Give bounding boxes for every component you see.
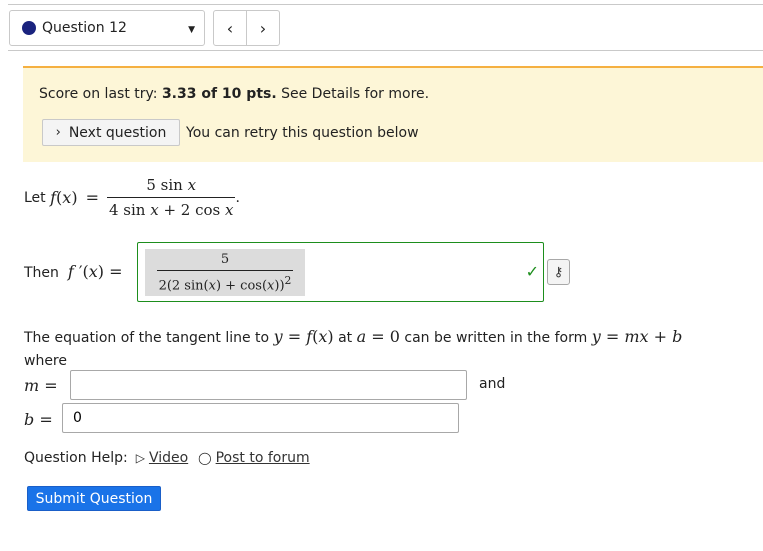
b-input[interactable] <box>62 403 459 433</box>
and-text: and <box>479 376 506 392</box>
tangent-form: y = mx + b <box>591 327 683 346</box>
tangent-question-text: The equation of the tangent line to y = … <box>24 325 744 373</box>
score-prefix: Score on last try: <box>39 86 162 102</box>
retry-text: You can retry this question below <box>186 125 419 141</box>
chevron-right-icon: › <box>259 18 267 38</box>
tangent-text-4: where <box>24 353 67 369</box>
correct-check-icon: ✓ <box>525 262 539 281</box>
derivative-answer-box[interactable]: 5 2(2 sin(x) + cos(x))2 ✓ <box>137 242 544 302</box>
next-question-button[interactable]: › Next question <box>42 119 180 146</box>
chevron-left-icon: ‹ <box>226 18 234 38</box>
m-label: m = <box>24 376 58 395</box>
previous-question-button[interactable]: ‹ <box>213 10 247 46</box>
score-value: 3.33 of 10 pts. <box>161 86 277 102</box>
derivative-name: f ′(x) = <box>67 262 123 281</box>
tangent-text-1: The equation of the tangent line to <box>24 330 270 346</box>
video-icon: ▷ <box>135 451 145 465</box>
score-line: Score on last try: 3.33 of 10 pts. See D… <box>39 86 429 102</box>
question-help: Question Help: ▷ Video ◯ Post to forum <box>24 450 310 466</box>
derivative-fraction: 5 2(2 sin(x) + cos(x))2 <box>156 251 294 294</box>
chevron-right-icon: › <box>55 125 61 140</box>
function-definition: Let f(x) = 5 sin x 4 sin x + 2 cos x . <box>24 176 240 219</box>
next-question-nav-button[interactable]: › <box>246 10 280 46</box>
derivative-line: Then f ′(x) = <box>24 262 122 281</box>
submit-question-button[interactable]: Submit Question <box>27 486 161 511</box>
tangent-text-3: can be written in the form <box>404 330 588 346</box>
tangent-text-2: at <box>338 330 353 346</box>
nav-divider <box>8 50 763 51</box>
tangent-point: a = 0 <box>356 327 400 346</box>
function-name: f(x) <box>50 188 78 207</box>
next-question-label: Next question <box>68 124 167 141</box>
key-icon[interactable]: ⚷ <box>547 259 570 285</box>
equals-sign: = <box>85 188 99 207</box>
status-dot-icon <box>22 21 36 35</box>
function-fraction: 5 sin x 4 sin x + 2 cos x <box>106 176 236 219</box>
score-panel: Score on last try: 3.33 of 10 pts. See D… <box>23 66 763 162</box>
tangent-function: y = f(x) <box>273 327 334 346</box>
help-label: Question Help: <box>24 450 128 466</box>
caret-down-icon: ▼ <box>188 25 195 35</box>
derivative-answer-expression: 5 2(2 sin(x) + cos(x))2 <box>145 249 305 296</box>
period: . <box>235 189 240 206</box>
question-selector[interactable]: Question 12 ▼ <box>9 10 205 46</box>
score-suffix: See Details for more. <box>276 86 430 102</box>
let-text: Let <box>24 189 46 206</box>
video-link[interactable]: Video <box>149 450 188 466</box>
speech-bubble-icon: ◯ <box>198 451 212 465</box>
post-to-forum-link[interactable]: Post to forum <box>216 450 310 466</box>
then-text: Then <box>24 265 59 281</box>
question-selector-label: Question 12 <box>42 20 127 36</box>
b-label: b = <box>24 410 53 429</box>
top-divider <box>8 4 763 5</box>
m-input[interactable] <box>70 370 467 400</box>
